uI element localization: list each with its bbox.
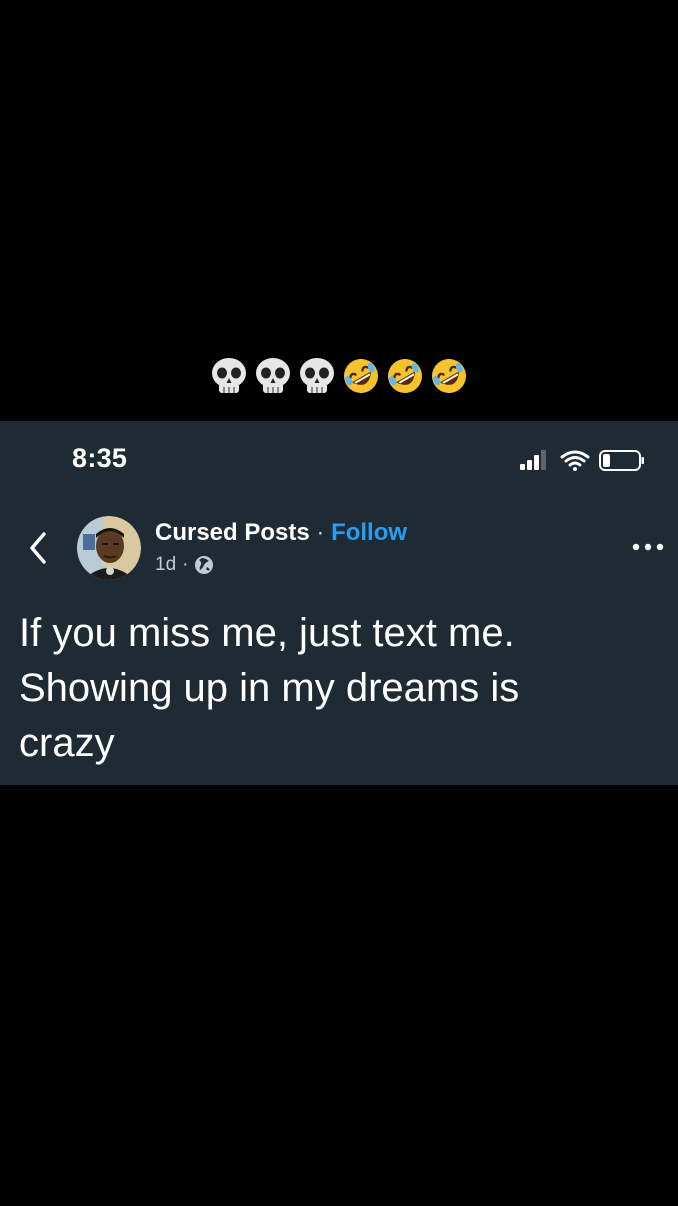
wifi-icon	[560, 450, 590, 471]
chevron-left-icon[interactable]	[24, 528, 54, 568]
rolling-laughing-emoji-icon	[432, 359, 466, 393]
post-author-line: Cursed Posts · Follow	[155, 519, 407, 547]
separator-dot: ·	[316, 519, 325, 546]
follow-button[interactable]: Follow	[331, 519, 407, 546]
meme-canvas: 8:35 Cursed Posts · Follow 1d · If you m…	[0, 0, 678, 1206]
post-age[interactable]: 1d	[155, 554, 176, 576]
status-bar-time: 8:35	[72, 443, 128, 473]
status-bar-icons	[520, 450, 644, 471]
skull-emoji-icon	[300, 358, 334, 393]
author-name[interactable]: Cursed Posts	[155, 519, 310, 546]
battery-icon	[599, 450, 644, 471]
signal-icon	[520, 450, 546, 470]
skull-emoji-icon	[256, 358, 290, 393]
rolling-laughing-emoji-icon	[344, 359, 378, 393]
avatar[interactable]	[77, 516, 141, 580]
emoji-caption	[0, 350, 678, 402]
post-body-text: If you miss me, just text me. Showing up…	[19, 611, 520, 765]
meta-separator-dot: ·	[182, 554, 189, 575]
globe-icon	[195, 556, 214, 574]
skull-emoji-icon	[212, 358, 246, 393]
more-options-icon[interactable]	[630, 534, 666, 560]
post-meta: 1d ·	[155, 553, 214, 577]
rolling-laughing-emoji-icon	[388, 359, 422, 393]
